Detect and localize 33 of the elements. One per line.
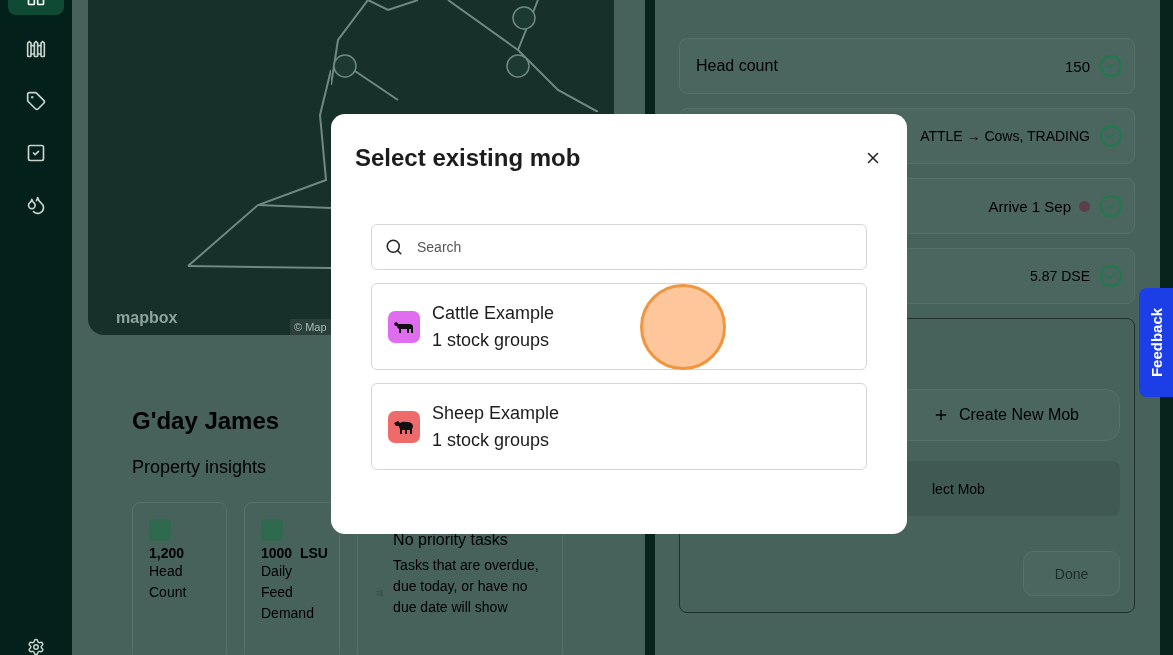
- stat-label: Head Count: [149, 562, 188, 602]
- detail-label: Head count: [696, 57, 778, 75]
- mob-name: Sheep Example: [432, 402, 560, 424]
- greeting-heading: G'day James: [132, 407, 280, 435]
- mob-groups: 1 stock groups: [432, 329, 555, 351]
- settings-icon: [27, 638, 45, 655]
- fence-icon: [26, 39, 46, 59]
- tasks-text: Tasks that are overdue, due today, or have no due date will show: [393, 556, 540, 617]
- map-logo: mapbox: [116, 309, 178, 327]
- tag-icon: [26, 91, 46, 111]
- section-heading: Property insights: [132, 457, 267, 478]
- tasks-title: No priority tasks: [393, 531, 509, 549]
- stat-value: 1,200: [149, 545, 186, 561]
- droplets-icon: [26, 195, 46, 215]
- mob-name: Cattle Example: [432, 302, 555, 324]
- checkbox-icon: [26, 143, 46, 163]
- stat-icon: [261, 519, 283, 541]
- detail-value: Arrive 1 Sep: [988, 197, 1071, 215]
- detail-row[interactable]: Head count 150: [679, 38, 1135, 94]
- detail-value: 5.87 DSE: [1030, 268, 1090, 284]
- stat-label: Daily Feed Demand: [261, 562, 315, 623]
- stat-icon: [149, 519, 171, 541]
- cow-icon: [393, 319, 415, 334]
- detail-value: 150: [1064, 57, 1090, 75]
- mob-groups: 1 stock groups: [432, 429, 560, 451]
- sheep-icon: [393, 418, 415, 435]
- modal-title: Select existing mob: [355, 144, 581, 172]
- mob-option[interactable]: Sheep Example 1 stock groups: [371, 383, 867, 470]
- map-attribution: © Map: [290, 319, 331, 335]
- search-field[interactable]: Search: [371, 224, 867, 270]
- feedback-tab[interactable]: Feedback: [1139, 288, 1173, 397]
- mob-option[interactable]: Cattle Example 1 stock groups: [371, 283, 867, 370]
- detail-value: ATTLE → Cows, TRADING: [920, 128, 1090, 144]
